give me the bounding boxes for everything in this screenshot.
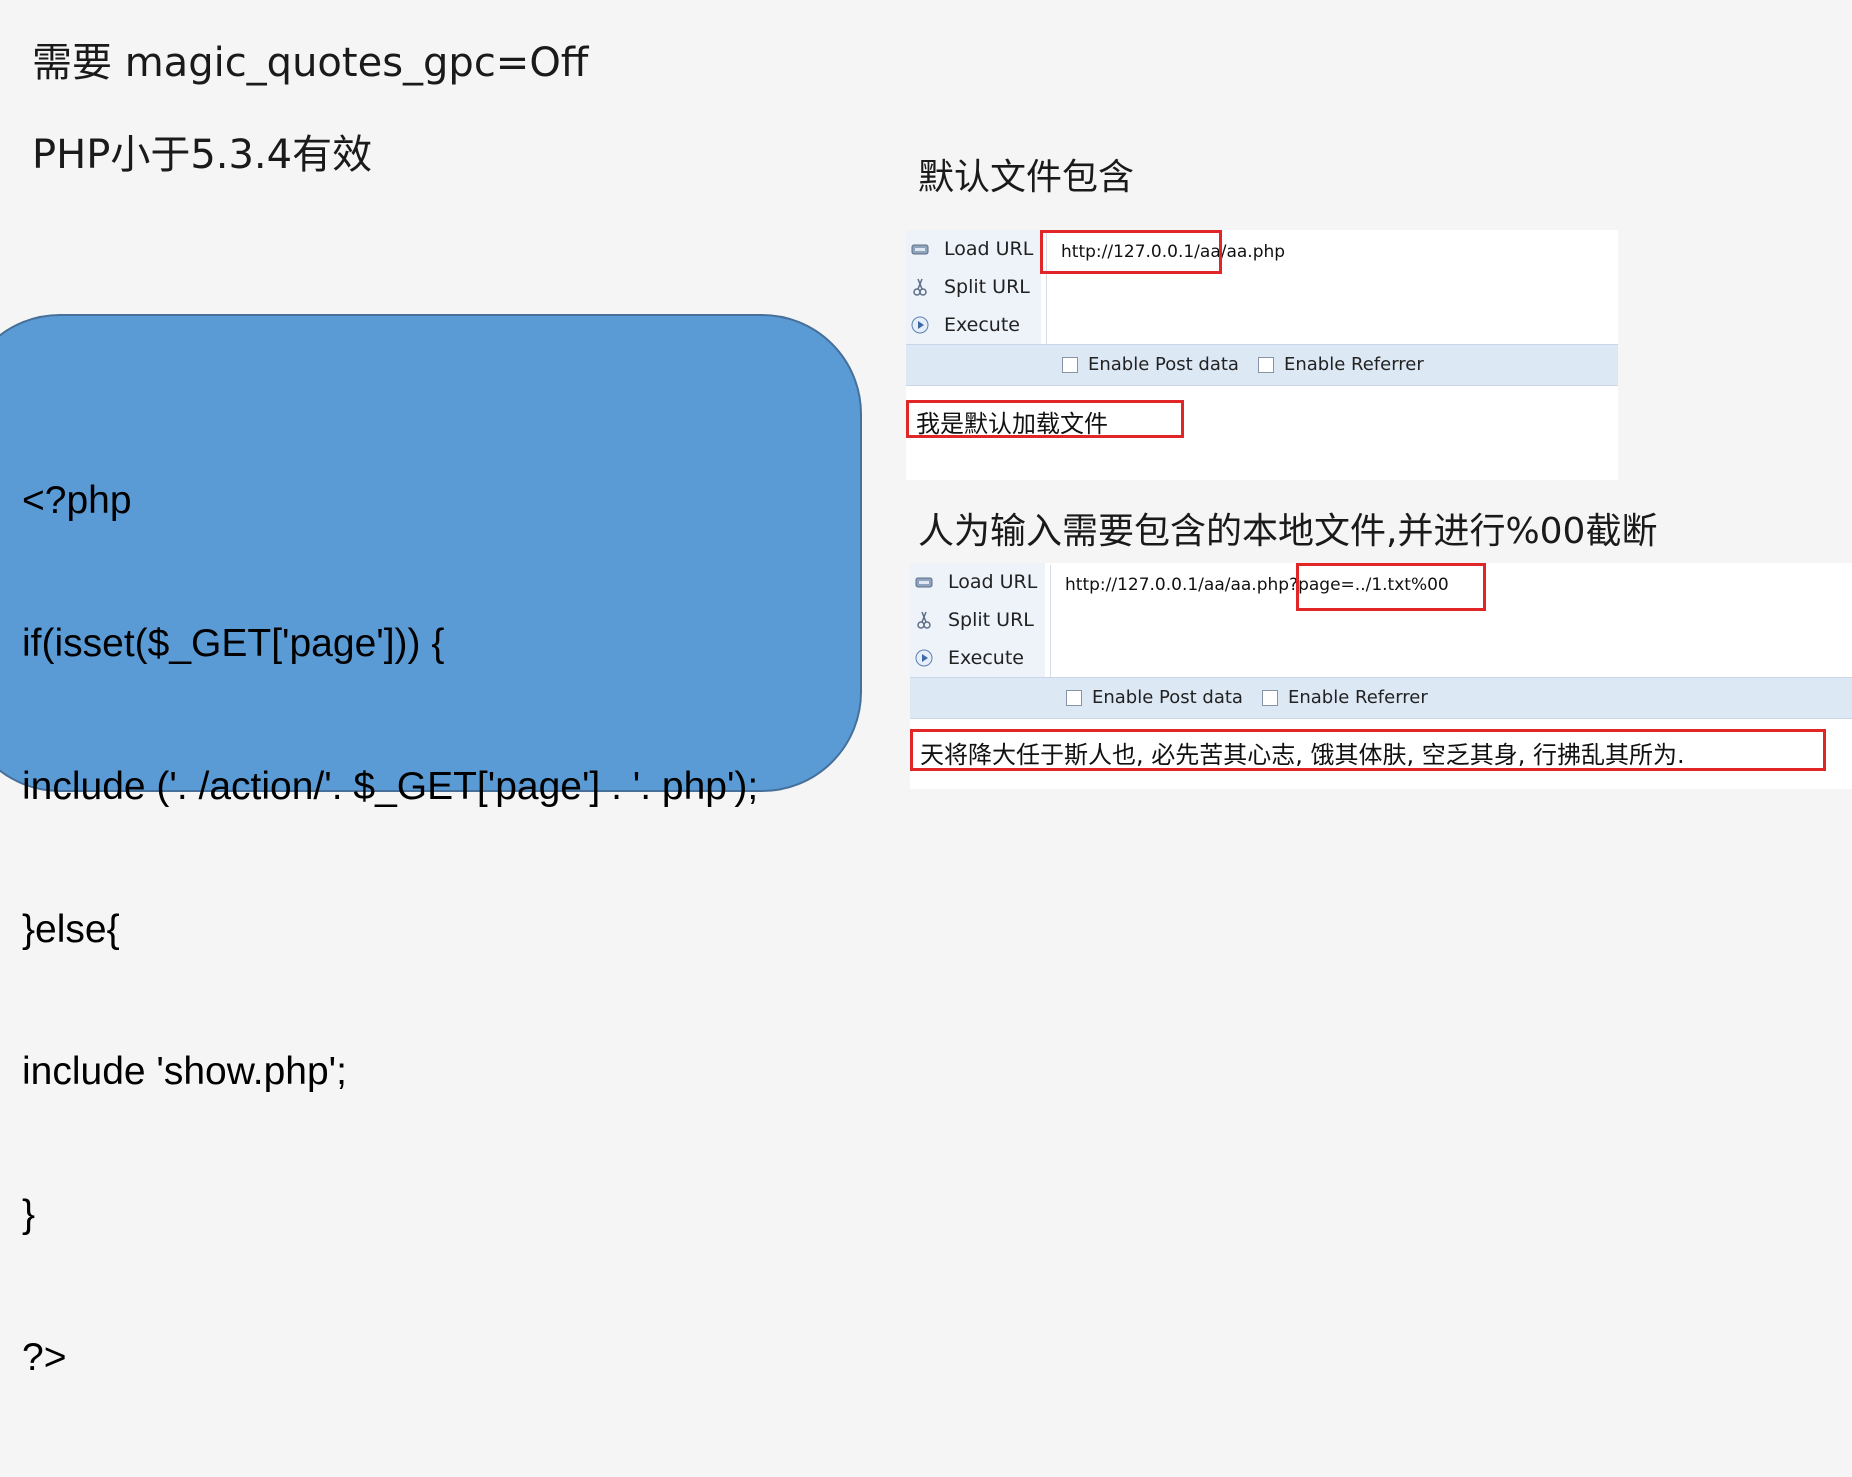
output-highlight-box [906, 400, 1184, 438]
code-line: } [22, 1193, 36, 1237]
magic-quotes-heading: 需要 magic_quotes_gpc=Off [32, 40, 589, 86]
execute-button[interactable]: Execute [906, 306, 1041, 344]
checkbox-box [1066, 689, 1082, 706]
code-line: include 'show.php'; [22, 1050, 347, 1094]
split-url-icon [914, 610, 934, 630]
enable-referrer-label: Enable Referrer [1284, 354, 1424, 375]
split-url-button[interactable]: Split URL [906, 268, 1041, 306]
url-highlight-box [1296, 563, 1486, 611]
hackbar-panel-manual: Load URL Split URL Execute http://127.0.… [910, 563, 1852, 789]
hackbar-toolbar: Load URL Split URL Execute [910, 563, 1045, 677]
code-box: <?php if(isset($_GET['page'])) { include… [0, 314, 862, 1379]
options-bar: Enable Post data Enable Referrer [906, 344, 1618, 386]
execute-icon [914, 648, 934, 668]
enable-post-data-checkbox[interactable]: Enable Post data [1062, 354, 1239, 375]
checkbox-box [1262, 689, 1278, 706]
code-line: <?php [22, 479, 132, 523]
load-url-button[interactable]: Load URL [906, 230, 1041, 268]
checkbox-box [1258, 356, 1274, 373]
code-line: }else{ [22, 907, 120, 951]
hackbar-toolbar: Load URL Split URL Execute [906, 230, 1041, 344]
execute-label: Execute [944, 314, 1020, 336]
default-include-heading: 默认文件包含 [918, 157, 1135, 198]
code-line: ?> [22, 1335, 67, 1379]
php-version-heading: PHP小于5.3.4有效 [32, 132, 373, 178]
load-url-label: Load URL [944, 238, 1034, 260]
url-highlight-box [1040, 230, 1222, 274]
load-url-label: Load URL [948, 571, 1038, 593]
execute-label: Execute [948, 647, 1024, 669]
split-url-button[interactable]: Split URL [910, 601, 1045, 639]
enable-referrer-label: Enable Referrer [1288, 687, 1428, 708]
split-url-label: Split URL [944, 276, 1030, 298]
enable-post-label: Enable Post data [1088, 354, 1239, 375]
hackbar-panel-default: Load URL Split URL Execute http://127.0.… [906, 230, 1618, 480]
load-url-icon [910, 239, 930, 259]
execute-button[interactable]: Execute [910, 639, 1045, 677]
code-line: if(isset($_GET['page'])) { [22, 621, 445, 665]
execute-icon [910, 315, 930, 335]
load-url-button[interactable]: Load URL [910, 563, 1045, 601]
enable-referrer-checkbox[interactable]: Enable Referrer [1258, 354, 1424, 375]
code-line: include ('. /action/'. $_GET['page'] . '… [22, 764, 759, 808]
enable-post-label: Enable Post data [1092, 687, 1243, 708]
split-url-icon [910, 277, 930, 297]
enable-post-data-checkbox[interactable]: Enable Post data [1066, 687, 1243, 708]
split-url-label: Split URL [948, 609, 1034, 631]
options-bar: Enable Post data Enable Referrer [910, 677, 1852, 719]
output-highlight-box [910, 729, 1826, 771]
checkbox-box [1062, 356, 1078, 373]
code-lines: <?php if(isset($_GET['page'])) { include… [22, 382, 758, 1477]
load-url-icon [914, 572, 934, 592]
manual-include-heading: 人为输入需要包含的本地文件,并进行%00截断 [918, 511, 1658, 552]
enable-referrer-checkbox[interactable]: Enable Referrer [1262, 687, 1428, 708]
